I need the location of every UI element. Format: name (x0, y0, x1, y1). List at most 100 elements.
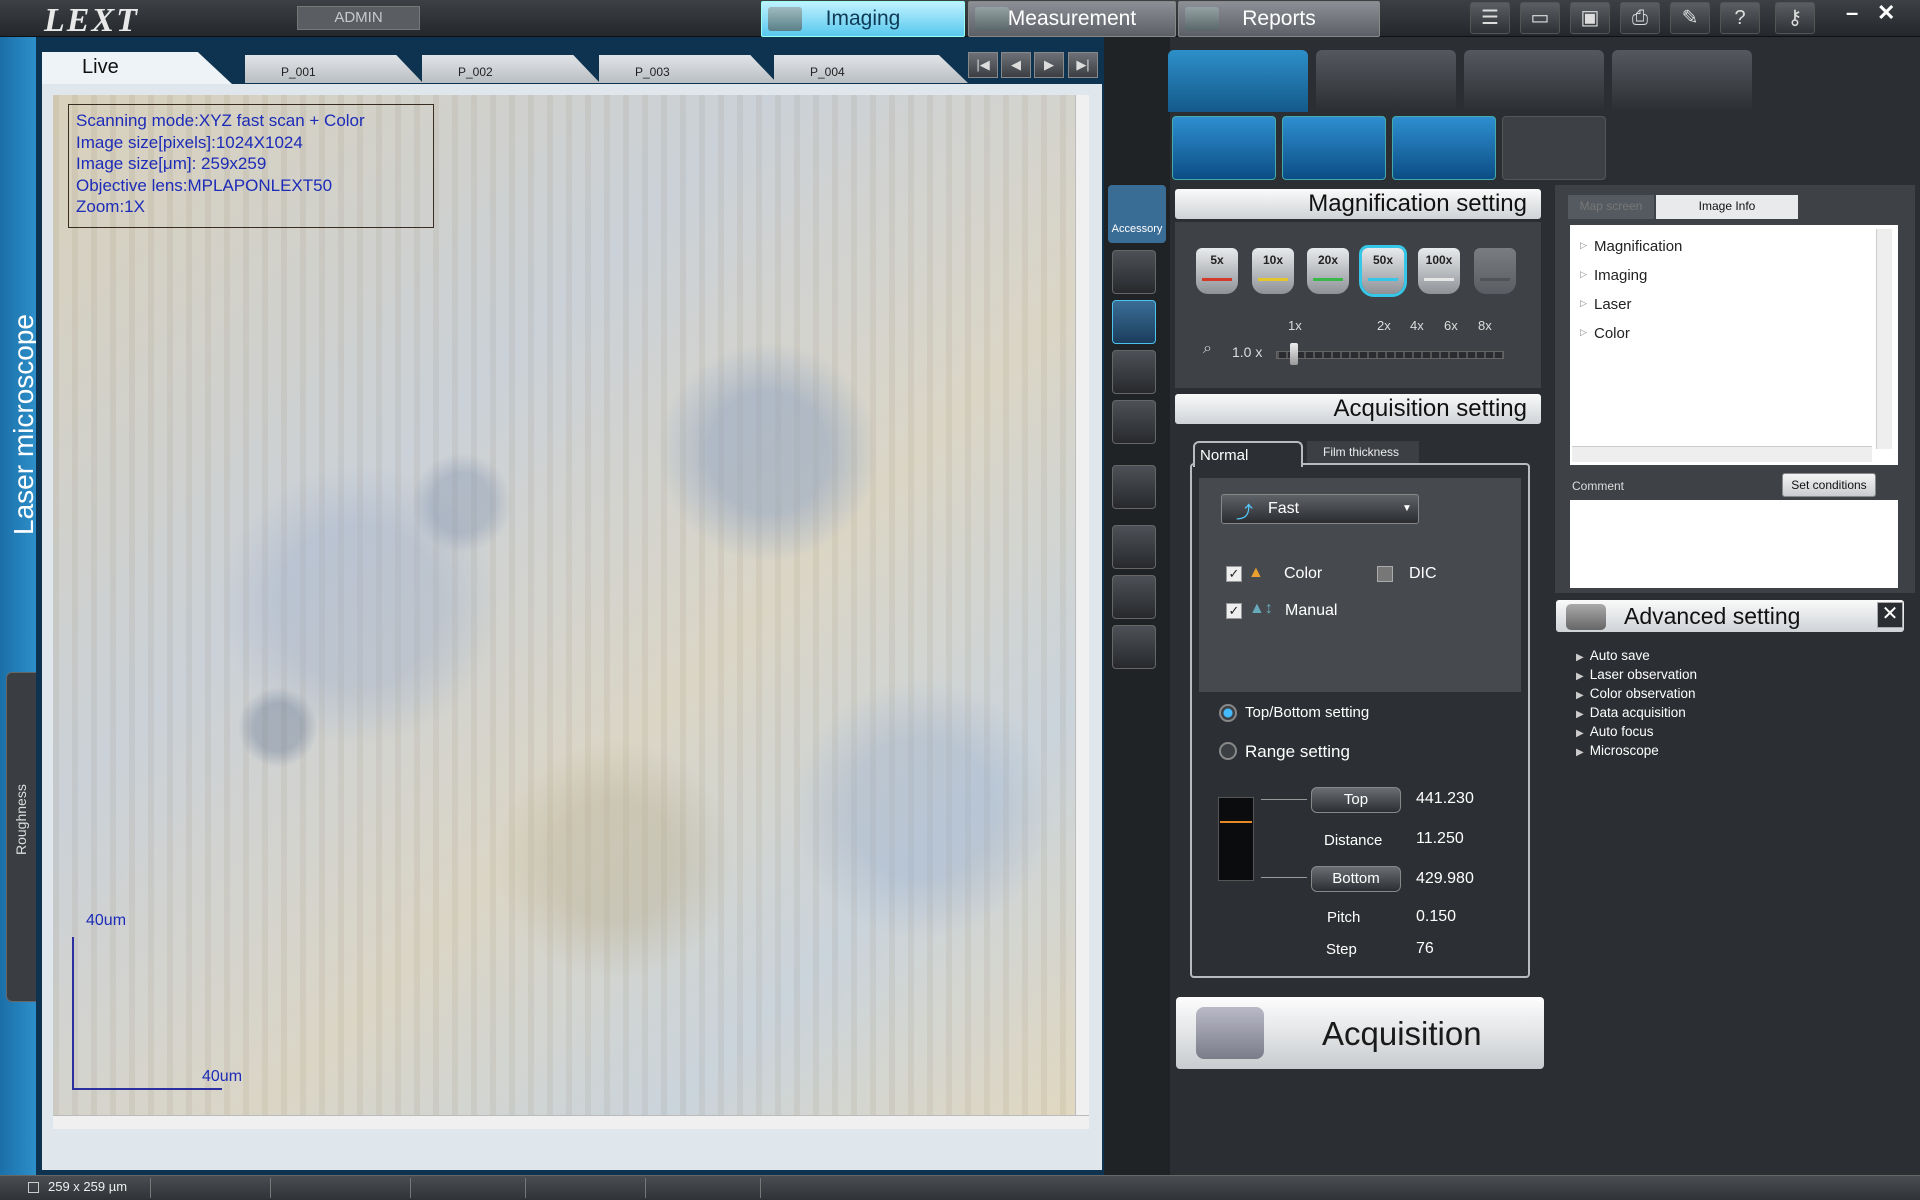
list-icon[interactable]: ☰ (1470, 2, 1510, 34)
3d-height-tool-icon[interactable] (1112, 400, 1156, 444)
zoom-slider-thumb[interactable] (1290, 343, 1298, 365)
folder-open-icon[interactable]: ▭ (1520, 2, 1560, 34)
lens-label: 10x (1262, 253, 1284, 267)
export-tool-icon[interactable] (1112, 465, 1156, 509)
key-icon[interactable]: ⚷ (1775, 2, 1815, 34)
tab-normal[interactable]: Normal (1193, 441, 1303, 467)
top-bottom-radio[interactable] (1219, 704, 1237, 722)
magnification-header: Magnification setting (1175, 189, 1541, 219)
adv-color-observation[interactable]: ▶ Color observation (1576, 686, 1696, 701)
lens-100x[interactable]: 100x (1418, 248, 1460, 294)
microscope-tab-icon[interactable] (1168, 50, 1308, 112)
tree-hscrollbar[interactable] (1572, 446, 1872, 462)
help-icon[interactable]: ? (1720, 2, 1760, 34)
status-divider (410, 1178, 411, 1198)
system-tab-icon[interactable] (1612, 50, 1752, 112)
zoom-slider[interactable] (1276, 351, 1504, 359)
stitch-tool-icon[interactable] (1112, 525, 1156, 569)
color-icon: ▲ (1248, 564, 1264, 581)
tree-laser[interactable]: Laser (1594, 296, 1632, 313)
next-image-button[interactable]: ▶ (1034, 52, 1064, 78)
lens-label: 20x (1317, 253, 1339, 267)
color-checkbox[interactable]: ✓ (1226, 566, 1242, 582)
lens-50x[interactable]: 50x (1362, 248, 1404, 294)
tab-p004[interactable]: P_004 (774, 55, 968, 83)
comment-textarea[interactable] (1570, 500, 1898, 588)
lens-20x[interactable]: 20x (1307, 248, 1349, 294)
mode-reports-button[interactable]: Reports (1178, 1, 1380, 37)
mode-imaging-button[interactable]: Imaging (761, 1, 965, 37)
prev-image-button[interactable]: ◀ (1001, 52, 1031, 78)
range-radio[interactable] (1219, 742, 1237, 760)
camera-icon (1566, 604, 1606, 630)
adv-auto-focus[interactable]: ▶ Auto focus (1576, 724, 1654, 739)
close-window-button[interactable]: ✕ (1877, 0, 1895, 26)
accessory-label: Accessory (1111, 223, 1163, 235)
edit-tool-icon[interactable] (1112, 625, 1156, 669)
status-divider (270, 1178, 271, 1198)
lens-ring (1424, 278, 1454, 281)
report-icon (1185, 7, 1219, 31)
mode-label: Measurement (1007, 7, 1137, 30)
adv-microscope[interactable]: ▶ Microscope (1576, 743, 1659, 758)
lens-10x[interactable]: 10x (1252, 248, 1294, 294)
tab-p003[interactable]: P_003 (599, 55, 777, 83)
status-divider (645, 1178, 646, 1198)
dual-mode-icon[interactable] (1392, 116, 1496, 180)
laser-image-tool-icon[interactable] (1112, 250, 1156, 294)
adv-data-acquisition[interactable]: ▶ Data acquisition (1576, 705, 1686, 720)
tab-map-screen[interactable]: Map screen (1568, 195, 1654, 219)
expand-arrow-icon[interactable]: ▷ (1580, 240, 1587, 251)
color-image-tool-icon[interactable] (1112, 300, 1156, 344)
mode-measurement-button[interactable]: Measurement (968, 1, 1176, 37)
adv-laser-observation[interactable]: ▶ Laser observation (1576, 667, 1697, 682)
advanced-header: Advanced setting (1556, 600, 1904, 632)
horizontal-scrollbar[interactable] (53, 1115, 1089, 1129)
expand-arrow-icon[interactable]: ▷ (1580, 298, 1587, 309)
tab-p002[interactable]: P_002 (422, 55, 600, 83)
tree-imaging[interactable]: Imaging (1594, 267, 1647, 284)
save-icon[interactable]: ▣ (1570, 2, 1610, 34)
lens-ring (1480, 278, 1510, 281)
expand-arrow-icon: ▶ (1576, 690, 1584, 701)
set-conditions-button[interactable]: Set conditions (1782, 473, 1876, 497)
wrench-icon[interactable]: ✎ (1670, 2, 1710, 34)
vertical-scrollbar[interactable] (1075, 95, 1089, 1115)
microscope-image[interactable] (53, 95, 1075, 1115)
distance-value: 11.250 (1416, 830, 1464, 847)
close-icon[interactable]: ✕ (1877, 602, 1903, 628)
bottom-connector (1261, 877, 1307, 878)
accessory-button[interactable]: Accessory (1108, 185, 1166, 243)
first-image-button[interactable]: |◀ (968, 52, 998, 78)
tab-image-info[interactable]: Image Info (1656, 195, 1798, 219)
adv-label: Data acquisition (1589, 705, 1686, 720)
acquisition-header: Acquisition setting (1175, 394, 1541, 424)
settings-tab-icon[interactable] (1316, 50, 1456, 112)
3d-view-tool-icon[interactable] (1112, 350, 1156, 394)
extra-mode-icon[interactable] (1502, 116, 1606, 180)
adv-auto-save[interactable]: ▶ Auto save (1576, 648, 1650, 663)
tree-magnification[interactable]: Magnification (1594, 238, 1682, 255)
last-image-button[interactable]: ▶| (1068, 52, 1098, 78)
tab-p001[interactable]: P_001 (245, 55, 423, 83)
scale-label-y: 40um (86, 912, 127, 929)
area-tool-icon[interactable] (1112, 575, 1156, 619)
lens-label: 5x (1210, 253, 1224, 267)
color-mode-icon[interactable] (1172, 116, 1276, 180)
scan-speed-dropdown[interactable]: ⤴ Fast ▼ (1221, 494, 1419, 524)
tree-color[interactable]: Color (1594, 325, 1630, 342)
tab-film-thickness[interactable]: Film thickness (1307, 441, 1419, 463)
tree-scrollbar[interactable] (1876, 229, 1892, 449)
expand-arrow-icon[interactable]: ▷ (1580, 269, 1587, 280)
laser-mode-icon[interactable] (1282, 116, 1386, 180)
dic-checkbox[interactable] (1377, 566, 1393, 582)
lens-5x[interactable]: 5x (1196, 248, 1238, 294)
expand-arrow-icon[interactable]: ▷ (1580, 327, 1587, 338)
set-top-button[interactable]: Top (1311, 787, 1401, 813)
print-icon[interactable]: ⎙ (1620, 2, 1660, 34)
minimize-button[interactable]: – (1846, 0, 1858, 26)
status-divider (760, 1178, 761, 1198)
set-bottom-button[interactable]: Bottom (1311, 866, 1401, 892)
calibration-tab-icon[interactable] (1464, 50, 1604, 112)
manual-checkbox[interactable]: ✓ (1226, 603, 1242, 619)
